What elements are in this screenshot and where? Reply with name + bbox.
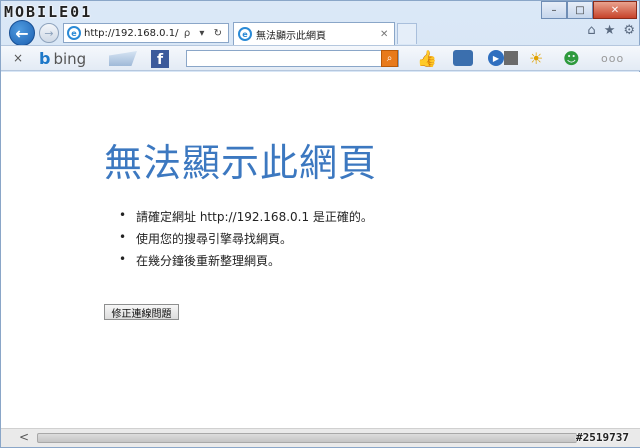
back-button[interactable]: ← bbox=[9, 20, 35, 46]
video-icon[interactable]: ▶ bbox=[488, 50, 504, 66]
toolbar-search-input[interactable] bbox=[186, 50, 399, 67]
bullet-icon: • bbox=[119, 208, 127, 222]
browser-command-icons: ⌂ ★ ⚙ bbox=[587, 23, 635, 38]
suggestion-text: 使用您的搜尋引擎尋找網頁。 bbox=[136, 232, 293, 246]
tab-label: 無法顯示此網頁 bbox=[256, 30, 326, 42]
star-icon[interactable]: ★ bbox=[604, 23, 616, 38]
page-content: 無法顯示此網頁 • 請確定網址 http://192.168.0.1 是正確的。 … bbox=[1, 72, 640, 428]
list-item: • 使用您的搜尋引擎尋找網頁。 bbox=[119, 230, 373, 252]
fix-connection-button[interactable]: 修正連線問題 bbox=[104, 304, 179, 320]
bing-toolbar: × b bing f ⌕ 👍 ▶ ☀ ☻ ooo bbox=[1, 45, 640, 71]
watermark-id: #2519737 bbox=[576, 431, 629, 444]
like-icon[interactable]: 👍 bbox=[417, 49, 437, 68]
watermark-logo: MOBILE01 bbox=[4, 3, 93, 21]
bing-logo[interactable]: b bing bbox=[39, 49, 86, 68]
browser-window: MOBILE01 – □ ✕ ← → e http://192.168.0.1/… bbox=[0, 0, 640, 448]
bing-mark: b bbox=[39, 49, 51, 68]
tab-close-icon[interactable]: ✕ bbox=[380, 29, 394, 40]
home-icon[interactable]: ⌂ bbox=[587, 23, 595, 38]
bullet-icon: • bbox=[119, 252, 127, 266]
facebook-icon[interactable]: f bbox=[151, 50, 169, 68]
suggestion-list: • 請確定網址 http://192.168.0.1 是正確的。 • 使用您的搜尋引… bbox=[119, 208, 373, 274]
list-item: • 請確定網址 http://192.168.0.1 是正確的。 bbox=[119, 208, 373, 230]
suggestion-text: 在幾分鐘後重新整理網頁。 bbox=[136, 254, 281, 268]
minimize-button[interactable]: – bbox=[541, 1, 567, 19]
new-tab-button[interactable] bbox=[397, 23, 417, 44]
title-bar: MOBILE01 – □ ✕ ← → e http://192.168.0.1/… bbox=[1, 1, 640, 46]
window-controls: – □ ✕ bbox=[541, 1, 637, 19]
weather-icon[interactable]: ☀ bbox=[529, 49, 543, 68]
gear-icon[interactable]: ⚙ bbox=[623, 23, 635, 38]
chat-icon[interactable] bbox=[453, 50, 473, 66]
suggestion-text: 請確定網址 http://192.168.0.1 是正確的。 bbox=[136, 210, 373, 224]
more-icon[interactable]: ooo bbox=[601, 52, 624, 65]
toolbar-close-icon[interactable]: × bbox=[13, 51, 23, 65]
scroll-left-icon[interactable]: < bbox=[19, 430, 29, 444]
forward-button[interactable]: → bbox=[39, 23, 59, 43]
address-controls[interactable]: ρ ▾ ↻ bbox=[184, 28, 228, 39]
ie-icon: e bbox=[67, 26, 81, 40]
tab-current[interactable]: e 無法顯示此網頁 ✕ bbox=[233, 22, 395, 45]
page-title: 無法顯示此網頁 bbox=[104, 141, 378, 185]
bullet-icon: • bbox=[119, 230, 127, 244]
mail-icon[interactable] bbox=[109, 51, 137, 66]
film-icon[interactable] bbox=[504, 51, 518, 65]
address-url[interactable]: http://192.168.0.1/ bbox=[84, 28, 184, 39]
ie-icon: e bbox=[238, 27, 252, 41]
list-item: • 在幾分鐘後重新整理網頁。 bbox=[119, 252, 373, 274]
arrow-right-icon: → bbox=[44, 26, 54, 40]
bing-brand-text: bing bbox=[53, 49, 87, 68]
maximize-button[interactable]: □ bbox=[567, 1, 593, 19]
arrow-left-icon: ← bbox=[15, 23, 29, 43]
address-bar[interactable]: e http://192.168.0.1/ ρ ▾ ↻ bbox=[63, 23, 229, 43]
scrollbar-thumb[interactable] bbox=[37, 433, 577, 443]
horizontal-scrollbar[interactable]: < #2519737 bbox=[1, 428, 640, 447]
messenger-icon[interactable]: ☻ bbox=[563, 49, 580, 68]
search-icon[interactable]: ⌕ bbox=[381, 50, 398, 67]
close-button[interactable]: ✕ bbox=[593, 1, 637, 19]
